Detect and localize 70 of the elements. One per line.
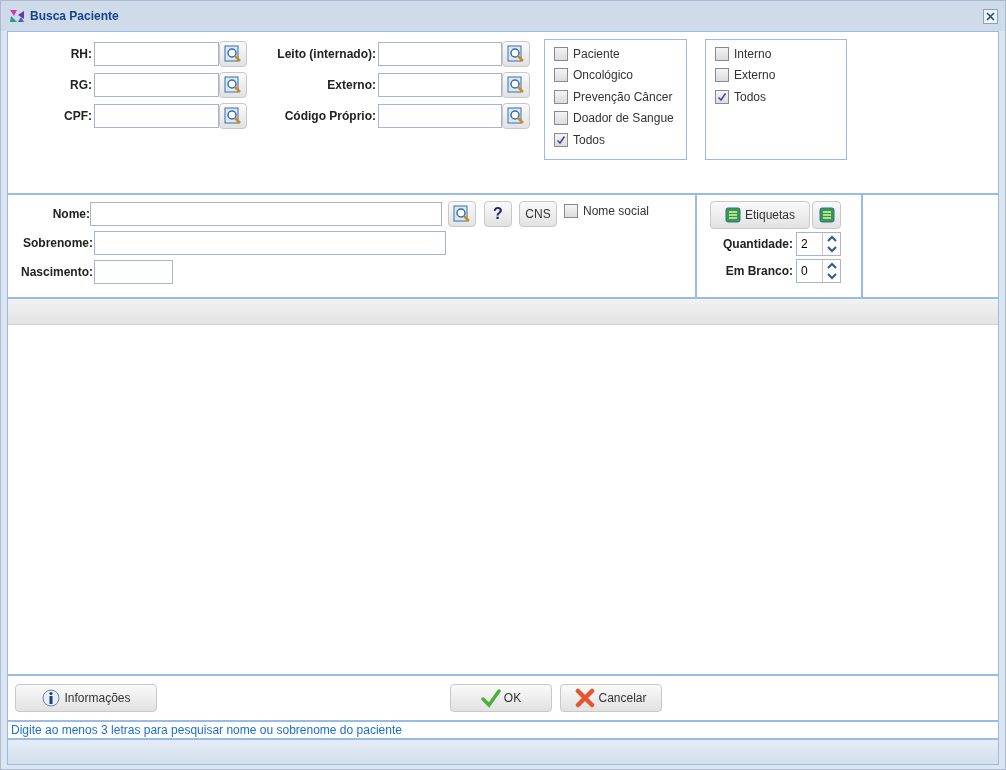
text-field[interactable] <box>94 72 219 97</box>
text-field[interactable] <box>378 72 502 97</box>
field-label: RG: <box>69 76 93 94</box>
checkbox-label: Todos <box>573 131 606 149</box>
checkbox-label: Oncológico <box>573 67 634 85</box>
number-spinner[interactable]: 2 <box>796 232 841 256</box>
checkbox[interactable] <box>554 132 568 147</box>
checkbox-label: Todos <box>734 88 767 106</box>
checkbox[interactable] <box>715 46 729 61</box>
action-button[interactable]: Cancelar <box>560 684 662 712</box>
checkbox[interactable] <box>554 89 568 104</box>
checkbox-label: Interno <box>734 45 772 63</box>
field-label: Código Próprio: <box>283 107 377 125</box>
check-icon <box>480 688 501 708</box>
checkbox-label: Paciente <box>573 45 620 63</box>
search-button[interactable] <box>502 40 530 67</box>
checkbox[interactable] <box>554 111 568 126</box>
field-label: Leito (internado): <box>276 45 377 63</box>
app-logo-icon <box>8 7 26 25</box>
search-button[interactable] <box>502 71 530 98</box>
search-icon <box>224 44 242 63</box>
search-icon <box>507 44 525 63</box>
text-field[interactable] <box>378 103 502 128</box>
action-button[interactable]: OK <box>450 684 552 712</box>
search-icon <box>453 205 471 223</box>
window-title: Busca Paciente <box>30 8 120 25</box>
checkbox-label: Doador de Sangue <box>573 110 674 128</box>
action-button[interactable]: Informações <box>15 684 157 712</box>
text-field[interactable] <box>94 230 446 255</box>
text-field[interactable] <box>94 103 219 128</box>
search-icon <box>507 106 525 125</box>
field-label: Externo: <box>326 76 377 94</box>
search-icon <box>507 75 525 94</box>
text-field[interactable] <box>378 41 502 66</box>
checkbox-label: Nome social <box>583 202 650 220</box>
checkbox[interactable] <box>715 89 729 104</box>
search-button[interactable] <box>219 40 247 67</box>
close-button[interactable] <box>983 8 998 24</box>
search-icon <box>224 75 242 94</box>
field-label: CPF: <box>63 107 93 125</box>
help-button[interactable]: ? <box>484 201 512 227</box>
field-label: Em Branco: <box>725 263 793 280</box>
checkbox[interactable] <box>564 203 578 218</box>
field-label: Nascimento: <box>19 263 94 281</box>
text-field[interactable] <box>94 259 173 284</box>
list-icon <box>818 207 835 223</box>
field-label: Quantidade: <box>723 236 793 253</box>
field-label: Nome: <box>51 206 90 223</box>
search-icon <box>224 106 242 125</box>
checkbox-label: Prevenção Câncer <box>573 88 673 106</box>
search-button[interactable] <box>219 102 247 129</box>
search-button[interactable] <box>502 102 530 129</box>
status-message: Digite ao menos 3 letras para pesquisar nome ou sobrenome do paciente <box>11 722 402 739</box>
search-button[interactable] <box>219 71 247 98</box>
labels-button[interactable]: Etiquetas <box>710 201 810 229</box>
list-button[interactable] <box>812 201 841 229</box>
checkbox-label: Externo <box>734 67 776 85</box>
close-icon <box>575 688 596 708</box>
list-icon <box>724 207 741 223</box>
text-field[interactable] <box>90 202 442 226</box>
field-label: RH: <box>69 45 93 63</box>
number-spinner[interactable]: 0 <box>796 259 841 283</box>
checkbox[interactable] <box>715 68 729 83</box>
checkbox[interactable] <box>554 68 568 83</box>
search-button[interactable] <box>448 201 476 227</box>
field-label: Sobrenome: <box>22 234 94 252</box>
info-icon <box>41 688 62 708</box>
cns-button[interactable]: CNS <box>519 201 557 227</box>
text-field[interactable] <box>94 41 219 66</box>
checkbox[interactable] <box>554 46 568 61</box>
